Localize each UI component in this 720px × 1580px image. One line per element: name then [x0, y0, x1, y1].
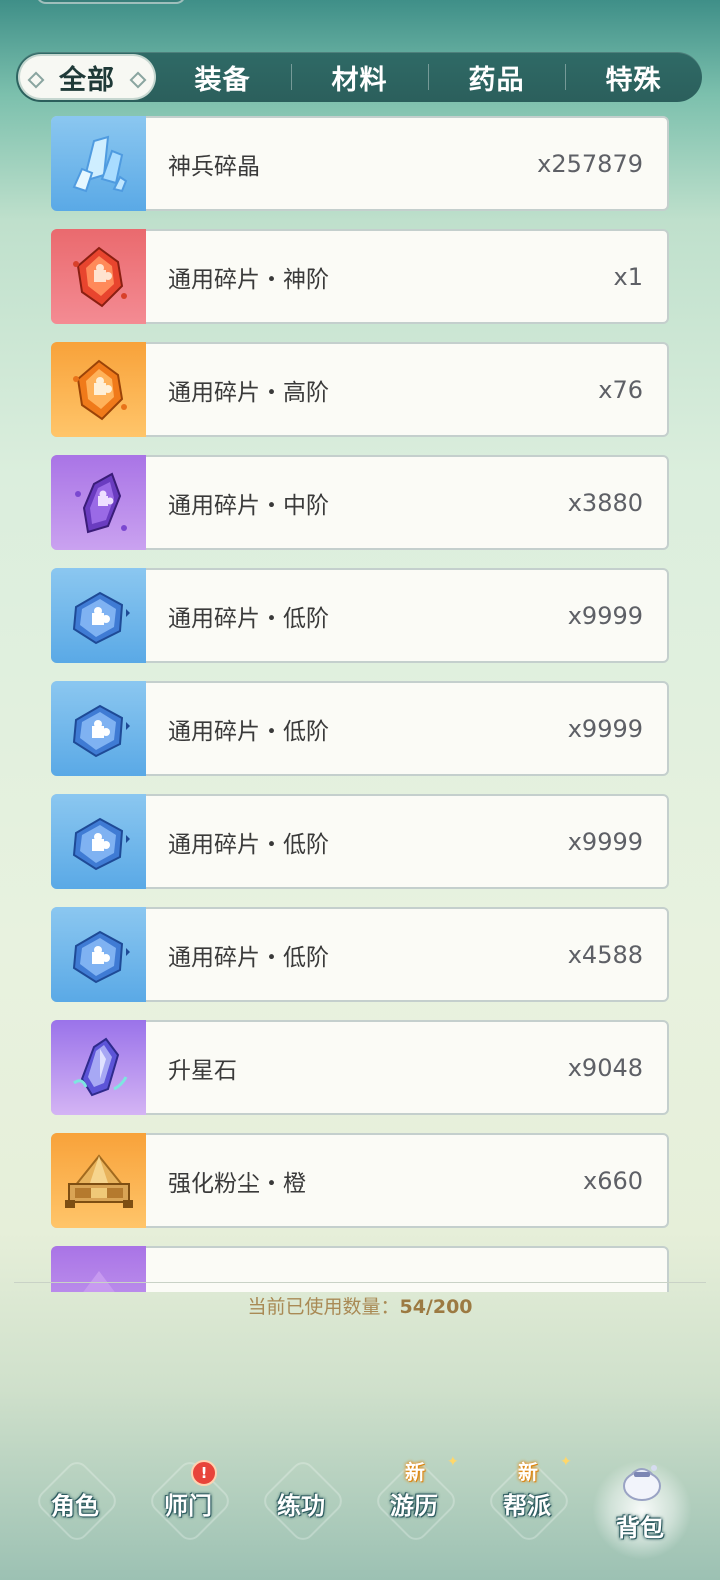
- item-name: 升星石: [168, 1057, 237, 1084]
- tab-label: 装备: [194, 64, 251, 96]
- tab-medicine[interactable]: 药品: [428, 52, 565, 102]
- usage-value: 54/200: [399, 1296, 473, 1318]
- item-count: x3880: [567, 488, 643, 517]
- item-name: 通用碎片・低阶: [168, 605, 329, 632]
- list-item[interactable]: 通用碎片・中阶 x3880: [51, 455, 669, 550]
- list-item[interactable]: 通用碎片・高阶 x76: [51, 342, 669, 437]
- list-item[interactable]: 通用碎片・低阶 x4588: [51, 907, 669, 1002]
- item-name: 通用碎片・神阶: [168, 266, 329, 293]
- item-thumb: [51, 907, 146, 1002]
- alert-badge: !: [191, 1460, 217, 1486]
- tab-materials[interactable]: 材料: [291, 52, 428, 102]
- nav-item-travel[interactable]: 游历 新 ✦: [359, 1454, 469, 1548]
- item-thumb: [51, 1020, 146, 1115]
- nav-item-training[interactable]: 练功: [246, 1457, 356, 1548]
- item-count: x9048: [567, 1053, 643, 1082]
- list-item[interactable]: 强化粉尘・橙 x660: [51, 1133, 669, 1228]
- item-count: x257879: [537, 149, 643, 178]
- item-thumb: [51, 1246, 146, 1292]
- blue-puzzle-cube-icon: [72, 817, 130, 870]
- tab-label: 特殊: [605, 64, 662, 96]
- top-strip-decoration: [36, 0, 186, 4]
- item-thumb: [51, 1133, 146, 1228]
- purple-puzzle-shard-icon: [74, 472, 127, 533]
- tab-label: 材料: [331, 64, 388, 96]
- nav-item-sect[interactable]: 师门 !: [133, 1457, 243, 1548]
- item-count: x9999: [567, 827, 643, 856]
- sparkle-icon: ✦: [447, 1454, 459, 1470]
- inventory-list[interactable]: 神兵碎晶 x257879 通用碎片・神阶 x1 通用碎片・高阶 x76 通用碎片…: [0, 116, 720, 1292]
- list-item[interactable]: 通用碎片・神阶 x1: [51, 229, 669, 324]
- item-thumb: [51, 455, 146, 550]
- list-item[interactable]: 通用碎片・低阶 x9999: [51, 681, 669, 776]
- blue-puzzle-cube-icon: [72, 930, 130, 983]
- category-tab-bar: 全部 装备 材料 药品 特殊: [16, 52, 702, 102]
- list-item[interactable]: 升星石 x9048: [51, 1020, 669, 1115]
- tab-label: 全部: [59, 64, 115, 96]
- tab-label: 药品: [468, 64, 525, 96]
- item-thumb: [51, 681, 146, 776]
- nav-item-bag[interactable]: 背包: [585, 1480, 695, 1570]
- item-name: 通用碎片・低阶: [168, 831, 329, 858]
- item-thumb: [51, 229, 146, 324]
- bottom-nav: 角色 师门 ! 练功 游历 新 ✦ 帮派 新 ✦ 背包: [0, 1440, 720, 1560]
- list-divider: [14, 1282, 706, 1283]
- nav-label: 游历: [390, 1491, 438, 1520]
- diamond-ornament-icon: [27, 71, 45, 89]
- list-item-partial[interactable]: [51, 1246, 669, 1292]
- tab-all[interactable]: 全部: [20, 56, 154, 98]
- item-name: 通用碎片・低阶: [168, 944, 329, 971]
- item-thumb: [51, 794, 146, 889]
- list-item[interactable]: 通用碎片・低阶 x9999: [51, 794, 669, 889]
- tab-equipment[interactable]: 装备: [154, 52, 291, 102]
- nav-label: 练功: [277, 1491, 325, 1520]
- nav-label: 师门: [164, 1491, 212, 1520]
- new-badge: 新: [518, 1460, 538, 1484]
- blue-crystal-icon: [72, 135, 127, 192]
- inventory-usage: 当前已使用数量：54/200: [0, 1292, 720, 1319]
- item-thumb: [51, 568, 146, 663]
- item-count: x660: [582, 1166, 643, 1195]
- item-count: x4588: [567, 940, 643, 969]
- item-count: x9999: [567, 601, 643, 630]
- blue-puzzle-cube-icon: [72, 591, 130, 644]
- item-thumb: [51, 342, 146, 437]
- list-item[interactable]: 通用碎片・低阶 x9999: [51, 568, 669, 663]
- item-name: 神兵碎晶: [168, 153, 260, 180]
- item-name: 通用碎片・高阶: [168, 379, 329, 406]
- star-stone-icon: [72, 1037, 127, 1096]
- item-name: 通用碎片・中阶: [168, 492, 329, 519]
- item-count: x9999: [567, 714, 643, 743]
- tab-special[interactable]: 特殊: [565, 52, 702, 102]
- sparkle-icon: ✦: [560, 1454, 572, 1470]
- item-name: 强化粉尘・橙: [168, 1170, 306, 1197]
- blue-puzzle-cube-icon: [72, 704, 130, 757]
- new-badge: 新: [405, 1460, 425, 1484]
- usage-label: 当前已使用数量：: [247, 1296, 400, 1318]
- nav-label: 帮派: [503, 1491, 551, 1520]
- purple-dust-icon: [82, 1270, 115, 1292]
- dust-pile-icon: [64, 1153, 133, 1208]
- red-puzzle-shard-icon: [72, 246, 127, 307]
- item-thumb: [51, 116, 146, 211]
- item-count: x1: [613, 262, 643, 291]
- orange-puzzle-shard-icon: [72, 359, 127, 420]
- item-name: 通用碎片・低阶: [168, 718, 329, 745]
- nav-item-character[interactable]: 角色: [20, 1457, 130, 1548]
- nav-label: 角色: [51, 1491, 99, 1520]
- nav-item-guild[interactable]: 帮派 新 ✦: [472, 1454, 582, 1548]
- list-item[interactable]: 神兵碎晶 x257879: [51, 116, 669, 211]
- item-count: x76: [598, 375, 643, 404]
- diamond-ornament-icon: [129, 71, 147, 89]
- nav-label: 背包: [616, 1513, 664, 1542]
